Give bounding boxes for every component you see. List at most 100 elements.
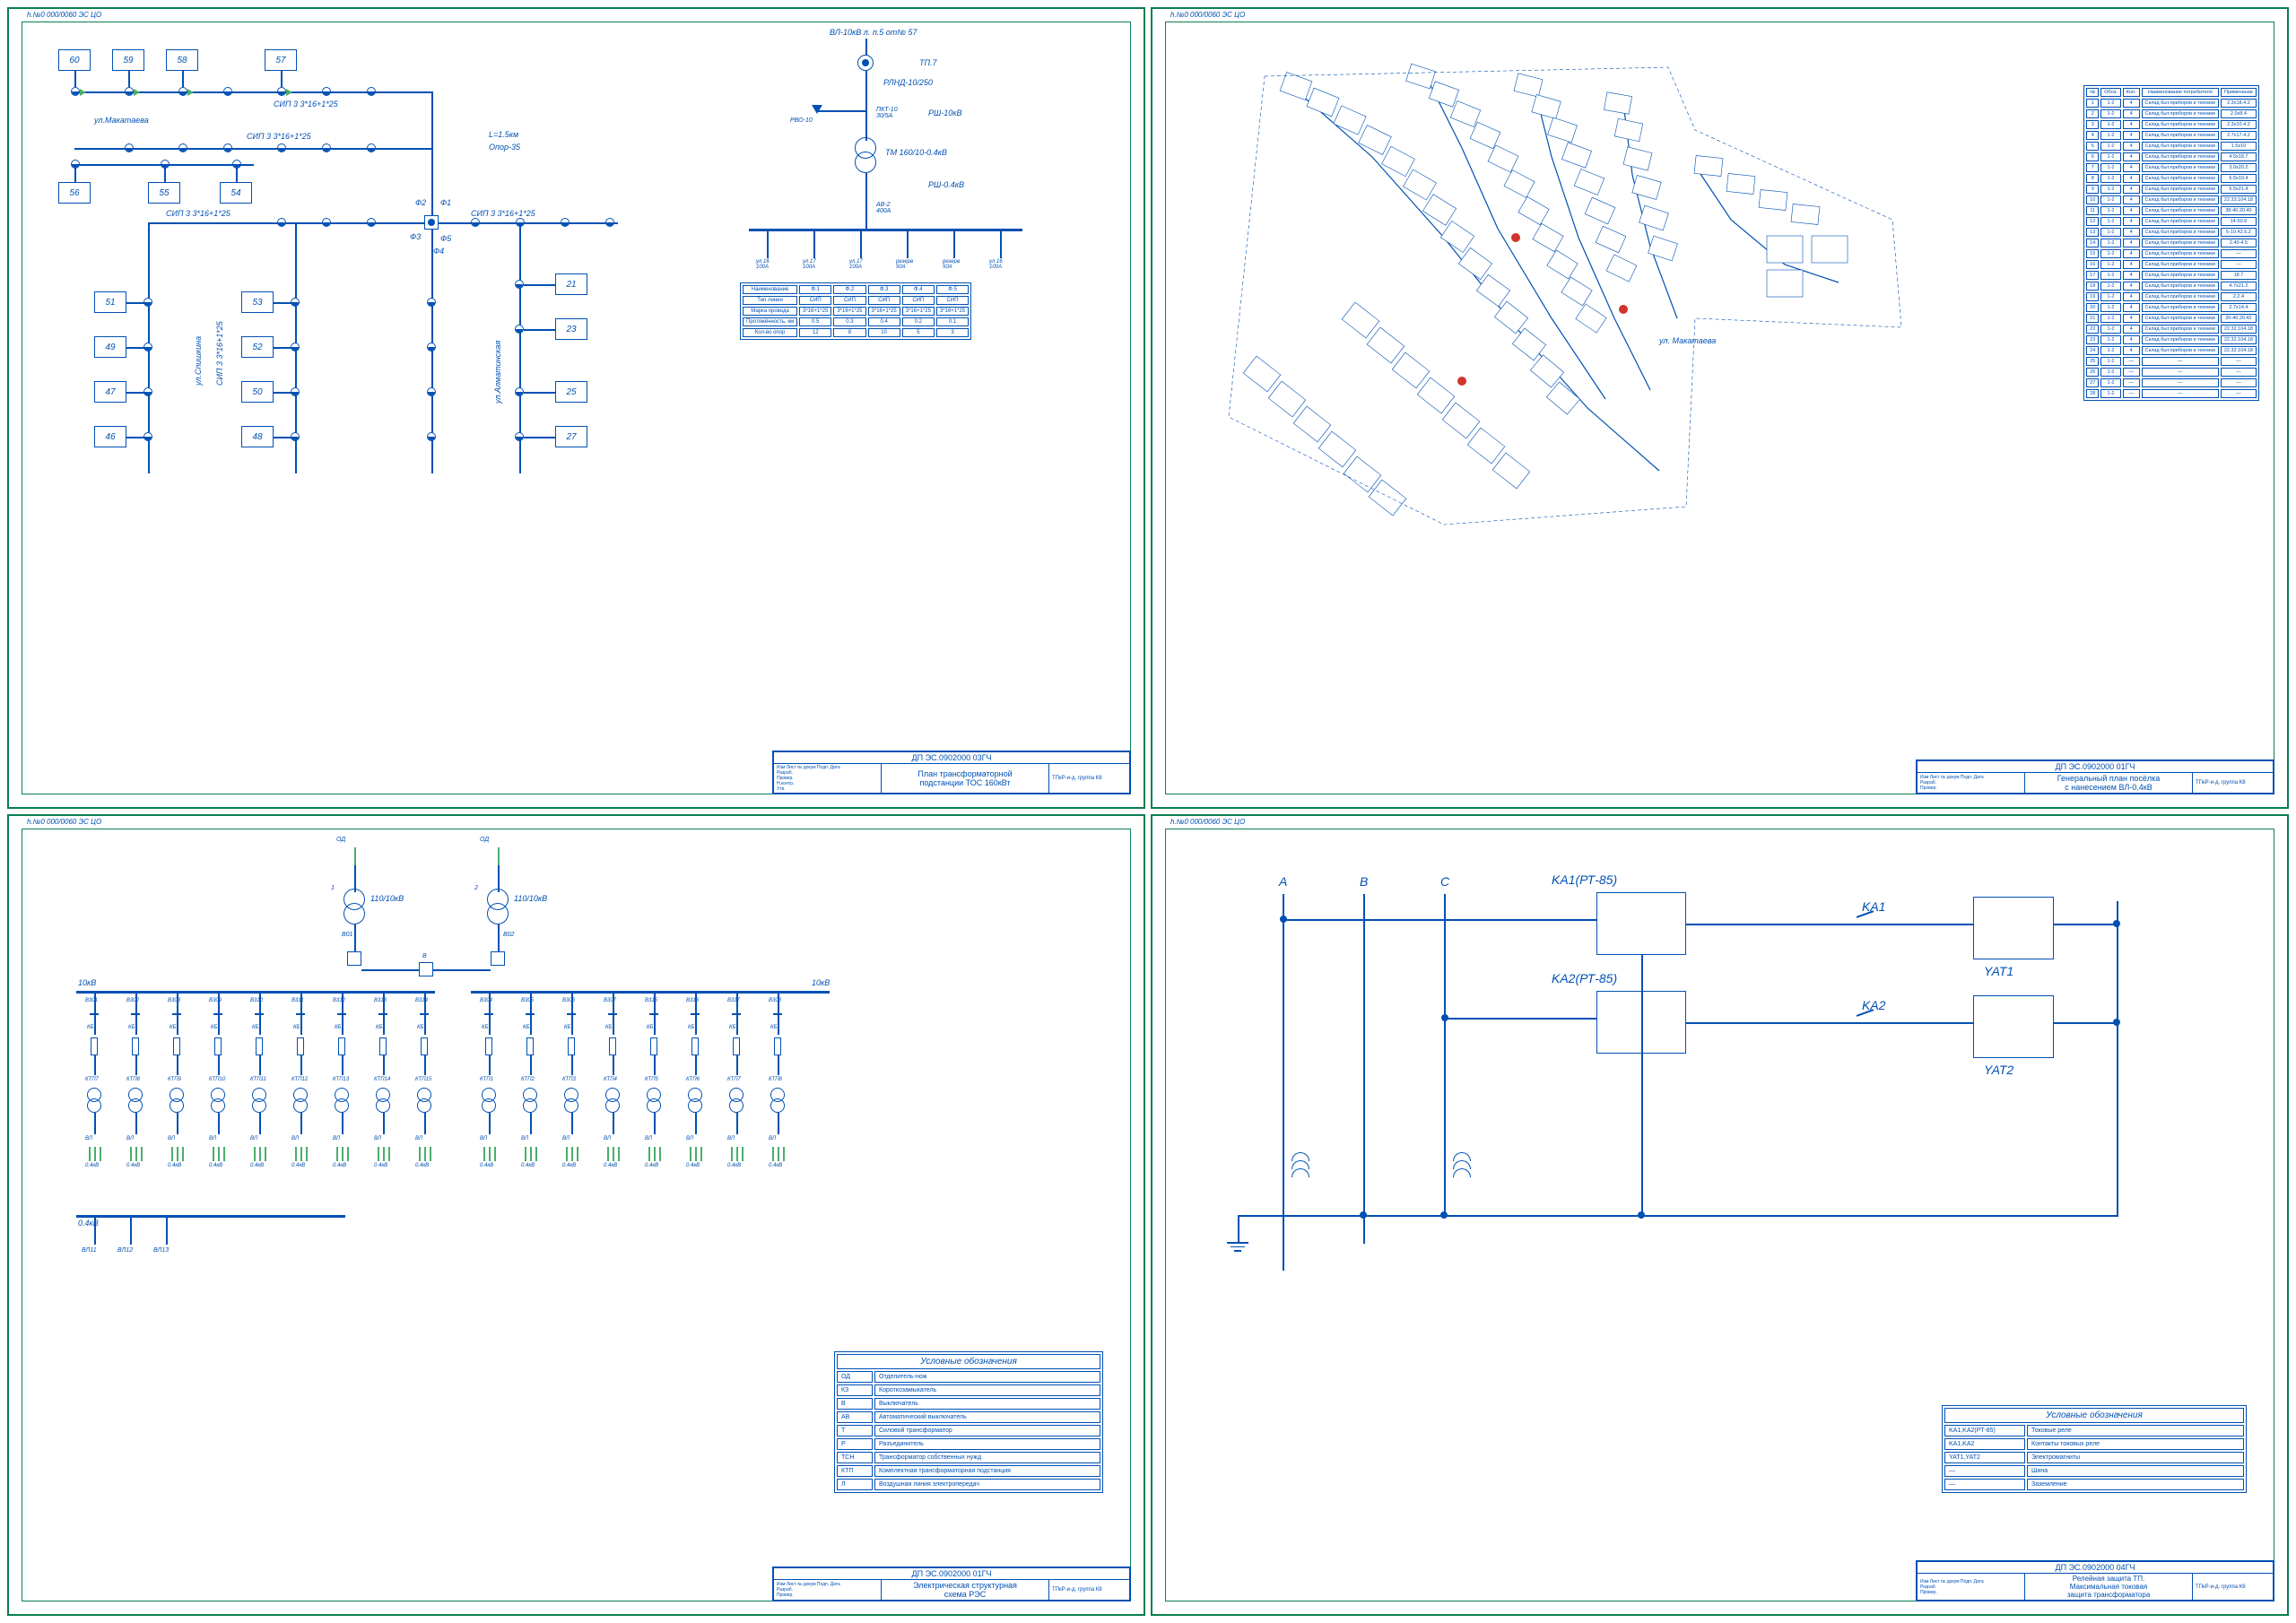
line <box>433 969 491 971</box>
line <box>148 222 424 224</box>
drawing-title: Релейная защита ТП. Максимальная токовая… <box>2025 1574 2193 1601</box>
arrow-icon <box>187 89 194 96</box>
junction-dot <box>2113 920 2120 927</box>
connection-dot <box>125 143 134 152</box>
line <box>126 392 148 394</box>
street-label: ул. Макатаева <box>1659 336 1716 345</box>
source-line-label: ВЛ-10кВ л. п.5 от№ 57 <box>830 28 918 37</box>
site-plan <box>1193 40 1928 542</box>
breaker-icon <box>347 951 361 966</box>
connection-dot <box>561 218 570 227</box>
connection-dot <box>515 325 524 334</box>
feeder-f5: резерв 50А <box>943 259 960 270</box>
phase-c: C <box>1440 874 1449 889</box>
line <box>361 969 419 971</box>
drawing-code: ДП ЭС.0902000 01ГЧ <box>774 1568 1130 1580</box>
junction-dot <box>1441 1014 1448 1021</box>
connection-dot <box>427 432 436 441</box>
node-51: 51 <box>94 291 126 313</box>
node-60: 60 <box>58 49 91 71</box>
breaker-label: АВ-2 400А <box>876 202 891 214</box>
line <box>74 71 76 87</box>
relay-ka2-label: KA2(РТ-85) <box>1552 971 1617 985</box>
line <box>860 231 862 258</box>
sheet-id: h.№0 000/0060 ЭС ЦО <box>1170 818 1245 826</box>
street-makataeva: ул.Макатаева <box>94 116 149 125</box>
node-57: 57 <box>265 49 297 71</box>
drawing-group: ТПкР-и-д. группа К8 <box>1049 1580 1130 1601</box>
line <box>865 196 867 229</box>
connection-dot <box>322 218 331 227</box>
connection-dot <box>471 218 480 227</box>
titleblock-tr: ДП ЭС.0902000 01ГЧ Изм Лист № докум Подп… <box>1916 759 2274 794</box>
xfmr-lv-icon <box>344 903 365 924</box>
length-label: L=1.5км <box>489 130 518 139</box>
connection-dot <box>515 387 524 396</box>
phase-b-bus <box>1363 894 1365 1244</box>
th: Ф.2 <box>833 285 865 294</box>
contact-ka2 <box>1857 1022 1892 1024</box>
wire <box>1686 924 1857 925</box>
node-58: 58 <box>166 49 198 71</box>
line <box>907 231 909 258</box>
line <box>94 1218 96 1245</box>
line <box>182 71 184 87</box>
arrow-icon <box>80 89 86 96</box>
drawing-code: ДП ЭС.0902000 01ГЧ <box>1918 761 2274 773</box>
phase-a: A <box>1279 874 1287 889</box>
bus-lo: РШ-0.4кВ <box>928 180 964 189</box>
connection-dot <box>322 143 331 152</box>
wire <box>1641 1054 1643 1215</box>
bus10-label: 10кВ <box>812 978 830 987</box>
lv-busbar <box>749 229 1022 231</box>
cable-label-v: СИП 3 3*16+1*25 <box>215 321 224 386</box>
phase-f3: Ф3 <box>410 232 421 241</box>
wire <box>1446 1018 1596 1020</box>
line <box>74 164 254 166</box>
line <box>1000 231 1002 258</box>
feeder-f6: ул.16 100А <box>989 259 1003 270</box>
line <box>865 89 867 116</box>
connection-dot <box>427 343 436 352</box>
dot-icon <box>862 59 869 66</box>
phase-f5: Ф5 <box>440 234 451 243</box>
wire <box>2054 1022 2117 1024</box>
node-54: 54 <box>220 182 252 204</box>
arrow-icon <box>134 89 140 96</box>
consumer-spec-table: №Обоз.Кол.Наименование потребителяПримеч… <box>2083 85 2259 401</box>
section-breaker <box>419 962 433 976</box>
wire <box>2117 1125 2118 1217</box>
junction-dot <box>1360 1211 1367 1219</box>
sheet-id: h.№0 000/0060 ЭС ЦО <box>27 11 101 19</box>
ll: ВЛ12 <box>117 1247 133 1254</box>
panel-tr: h.№0 000/0060 ЭС ЦО <box>1151 7 2289 809</box>
node-48: 48 <box>241 426 274 447</box>
xfmr-lv-icon <box>487 903 509 924</box>
phase-b: B <box>1360 874 1368 889</box>
hv-label: 110/10кВ <box>514 894 547 903</box>
connection-dot <box>223 143 232 152</box>
titleblock-bl: ДП ЭС.0902000 01ГЧ Изм Лист № докум Подп… <box>772 1567 1131 1601</box>
coil-yat1 <box>1973 897 2054 959</box>
th: Наименование <box>743 285 797 294</box>
line <box>74 91 433 93</box>
panel-br-inner: A B C KA1(РТ-85) KA1 YAT1 KA2(РТ-85) <box>1165 829 2274 1601</box>
line <box>767 231 769 258</box>
bus-10kv-s2 <box>471 991 830 994</box>
xfmr-label: ТМ 160/10-0.4кВ <box>885 148 947 157</box>
titleblock-tl: ДП ЭС.0902000 03ГЧ Изм Лист № докум Подп… <box>772 751 1131 794</box>
junction-dot <box>1280 916 1287 923</box>
line <box>524 392 555 394</box>
cable-label: СИП 3 3*16+1*25 <box>471 209 535 218</box>
node-59: 59 <box>112 49 144 71</box>
bus-hi: РШ-10кВ <box>928 108 962 117</box>
node-46: 46 <box>94 426 126 447</box>
contact-ka2-label: KA2 <box>1862 998 1885 1012</box>
connection-dot <box>277 218 286 227</box>
line <box>524 284 555 286</box>
drawing-code: ДП ЭС.0902000 03ГЧ <box>774 752 1130 764</box>
drawing-title: План трансформаторной подстанции ТОС 160… <box>882 764 1049 794</box>
wire <box>1284 919 1596 921</box>
line <box>431 91 433 229</box>
wire <box>1892 924 1973 925</box>
